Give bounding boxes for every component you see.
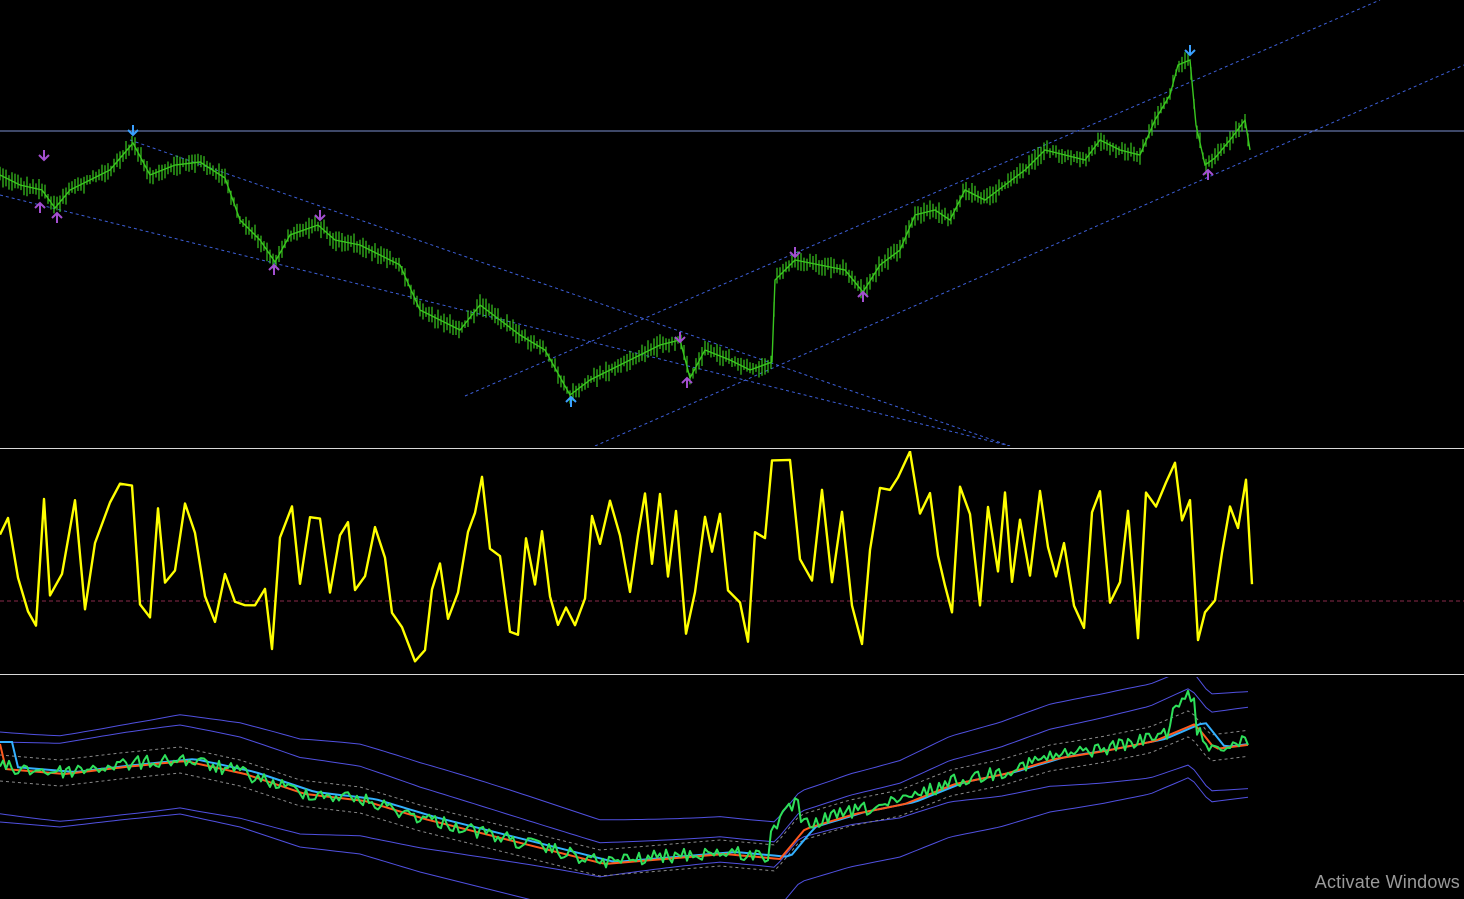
- oscillator-pane[interactable]: [0, 451, 1464, 672]
- arrow-up-icon: [1202, 168, 1214, 180]
- arrow-down-icon: [314, 210, 326, 222]
- slow-moving-average: [0, 722, 1249, 863]
- activate-windows-watermark: Activate Windows: [1314, 872, 1460, 892]
- fast-moving-average: [0, 723, 1249, 865]
- pane-separator-1[interactable]: [0, 448, 1464, 449]
- arrow-up-icon: [268, 263, 280, 275]
- arrow-down-icon: [127, 125, 139, 137]
- bands-indicator-pane[interactable]: [0, 677, 1464, 899]
- band-outer-lower: [0, 777, 1249, 899]
- arrow-down-icon: [38, 150, 50, 162]
- band-outer-upper: [0, 677, 1249, 823]
- arrow-up-icon: [565, 395, 577, 407]
- price-chart-canvas[interactable]: [0, 0, 1464, 446]
- oscillator-line: [0, 451, 1254, 663]
- oscillator-canvas[interactable]: [0, 451, 1464, 672]
- arrow-down-icon: [1184, 45, 1196, 57]
- pane-separator-2[interactable]: [0, 674, 1464, 675]
- price-chart-pane[interactable]: [0, 0, 1464, 446]
- trend-channel-line-4: [594, 64, 1464, 446]
- band-dashed-upper: [0, 710, 1249, 851]
- band-price-line: [0, 689, 1249, 869]
- price-close-line: [0, 58, 1251, 397]
- trend-channel-line-1: [0, 194, 1011, 446]
- price-bars: [0, 52, 1249, 404]
- trend-channel-line-3: [464, 0, 1381, 397]
- bands-indicator-canvas[interactable]: [0, 677, 1464, 899]
- band-lower-envelope: [0, 764, 1249, 878]
- arrow-up-icon: [51, 211, 63, 223]
